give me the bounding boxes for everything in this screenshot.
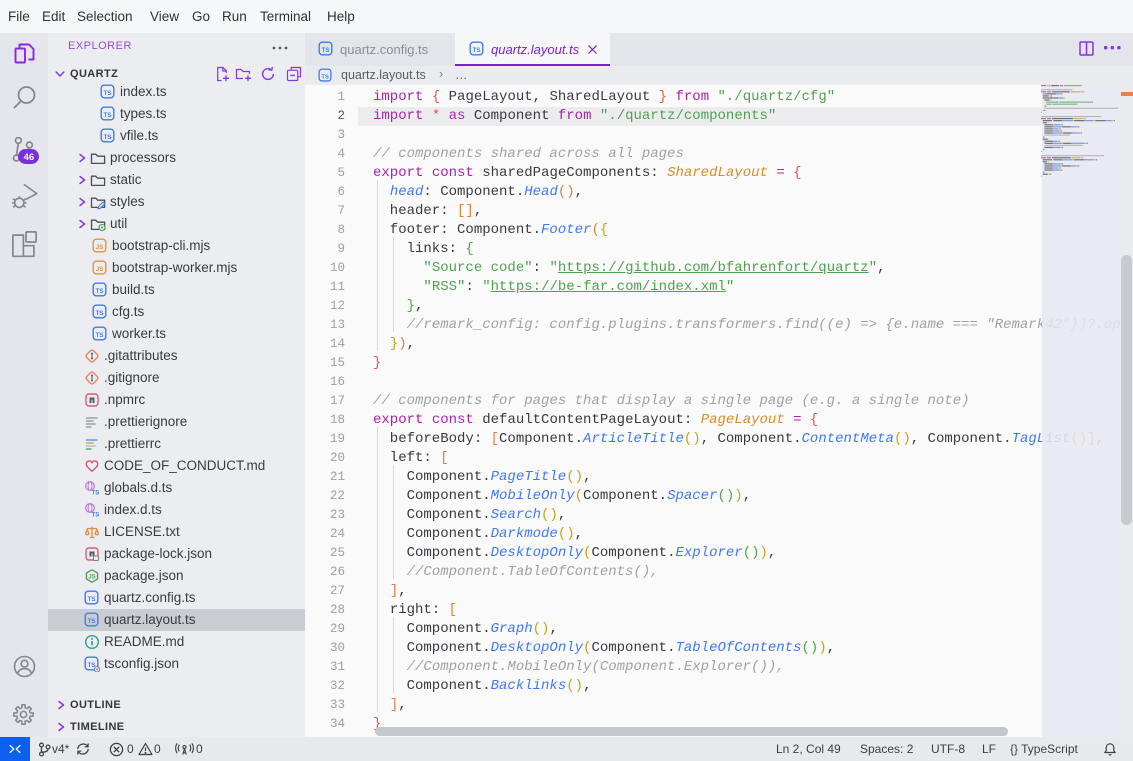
svg-text:TS: TS	[473, 47, 481, 54]
svg-text:TS: TS	[104, 134, 112, 141]
svg-text:TS: TS	[96, 332, 104, 339]
svg-text:TS: TS	[92, 512, 100, 518]
svg-text:TS: TS	[88, 618, 96, 625]
svg-text:TS: TS	[96, 288, 104, 295]
svg-text:TS: TS	[104, 112, 112, 119]
svg-text:JS: JS	[96, 266, 104, 273]
svg-text:JS: JS	[96, 244, 104, 251]
svg-text:TS: TS	[104, 90, 112, 97]
svg-text:TS: TS	[322, 47, 330, 54]
svg-text:TS: TS	[96, 310, 104, 317]
svg-text:TS: TS	[92, 490, 100, 496]
svg-text:TS: TS	[321, 74, 329, 80]
svg-text:JS: JS	[88, 575, 95, 581]
svg-text:TS: TS	[88, 596, 96, 603]
